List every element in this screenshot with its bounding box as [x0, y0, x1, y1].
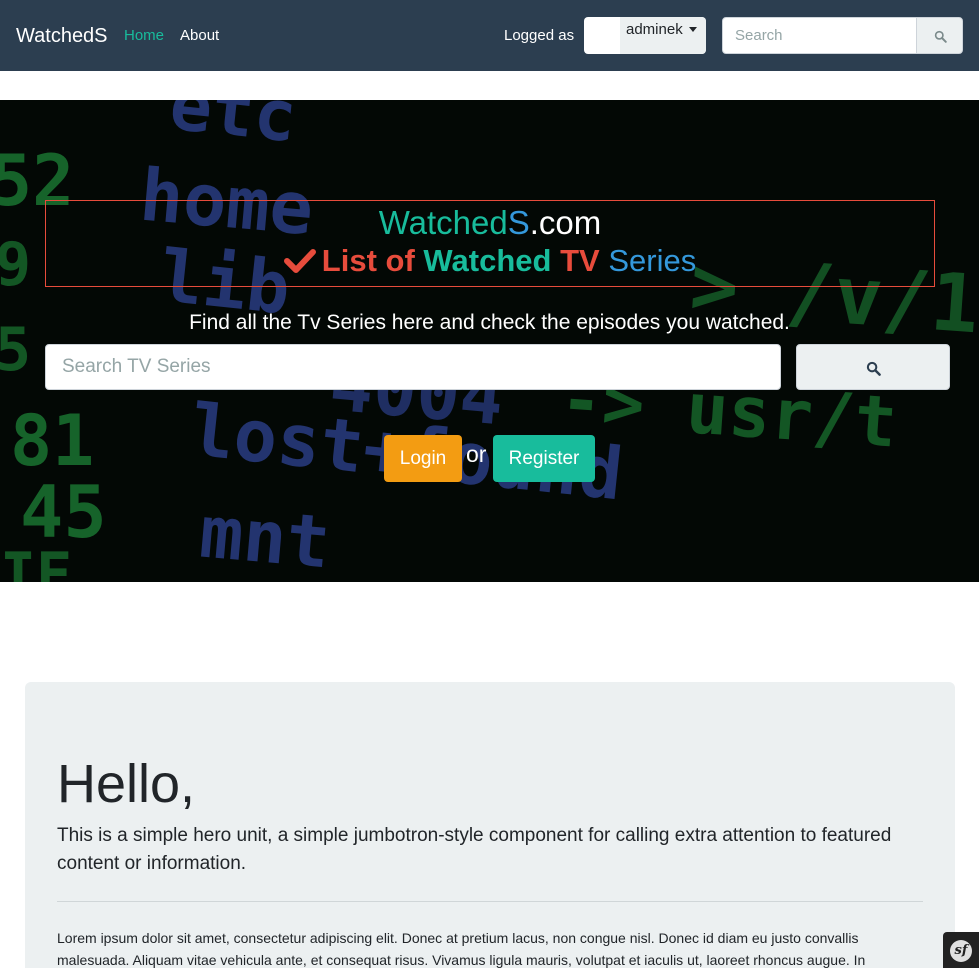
navbar: WatchedS Home About Logged as adminek — [0, 0, 979, 71]
caret-down-icon — [689, 27, 697, 32]
jumbotron-lead: This is a simple hero unit, a simple jum… — [57, 825, 892, 874]
search-icon — [934, 30, 947, 43]
site-title-box: WatchedS.com List of Watched TV Series — [45, 200, 935, 287]
series-search-input[interactable] — [45, 344, 781, 390]
logged-as-label: Logged as — [504, 27, 575, 44]
divider — [57, 901, 923, 902]
user-dropdown-button[interactable]: adminek — [620, 17, 706, 54]
brand-logo[interactable]: WatchedS — [16, 24, 108, 48]
or-separator: or — [466, 441, 487, 467]
nav-link-home[interactable]: Home — [124, 27, 164, 45]
subtitle-part: Series — [608, 243, 697, 278]
symfony-logo-icon: sf — [950, 940, 972, 962]
register-button[interactable]: Register — [493, 435, 595, 482]
subtitle-part: TV — [560, 243, 600, 278]
site-title-part: .com — [529, 204, 602, 241]
hero-banner: etc 52 home 9 lib > /v/1t 5 4004 -> usr/… — [0, 100, 979, 582]
check-icon — [283, 249, 316, 273]
site-subtitle: List of Watched TV Series — [46, 243, 934, 279]
subtitle-part: List of — [321, 243, 415, 278]
jumbotron: Hello, This is a simple hero unit, a sim… — [25, 682, 955, 968]
jumbotron-heading: Hello, — [57, 754, 196, 814]
series-search-button[interactable] — [796, 344, 950, 390]
search-icon — [866, 361, 881, 376]
navbar-search-input[interactable] — [722, 17, 917, 54]
subtitle-part: Watched — [423, 243, 552, 278]
login-button[interactable]: Login — [384, 435, 462, 482]
user-dropdown[interactable]: adminek — [584, 17, 706, 54]
hero-tagline: Find all the Tv Series here and check th… — [189, 311, 790, 334]
nav-link-about[interactable]: About — [180, 27, 219, 45]
username-label: adminek — [626, 21, 683, 38]
navbar-search-button[interactable] — [916, 17, 963, 54]
site-title-part: Watched — [378, 204, 508, 241]
jumbotron-paragraph: Lorem ipsum dolor sit amet, consectetur … — [57, 930, 866, 968]
symfony-debug-toolbar[interactable]: sf — [943, 932, 979, 968]
site-title-part: S — [507, 204, 530, 241]
site-title: WatchedS.com — [46, 205, 934, 241]
